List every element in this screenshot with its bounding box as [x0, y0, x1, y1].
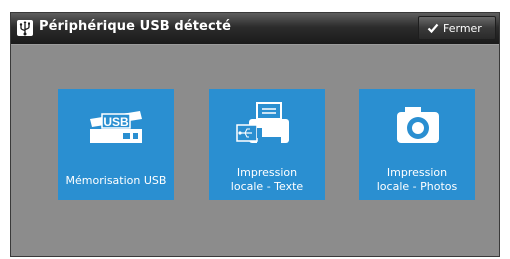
close-button[interactable]: Fermer: [418, 16, 496, 40]
tile-label: Impression locale - Photos: [376, 166, 458, 193]
title-bar: Périphérique USB détecté Fermer: [11, 13, 499, 44]
svg-text:USB: USB: [103, 115, 129, 129]
content-area: USB Mémorisation USB Impression locale -…: [11, 44, 499, 256]
camera-icon: [359, 97, 475, 157]
local-print-photos-tile[interactable]: Impression locale - Photos: [359, 89, 475, 200]
usb-detected-dialog: Périphérique USB détecté Fermer USB Mémo…: [10, 12, 500, 257]
usb-storage-icon: USB: [58, 97, 174, 157]
usb-print-text-icon: [209, 97, 325, 157]
dialog-title: Périphérique USB détecté: [39, 19, 232, 34]
tile-label: Mémorisation USB: [65, 174, 167, 187]
local-print-text-tile[interactable]: Impression locale - Texte: [209, 89, 325, 200]
tile-label: Impression locale - Texte: [230, 166, 304, 193]
usb-icon: [17, 20, 33, 36]
checkmark-icon: [427, 22, 439, 37]
close-button-label: Fermer: [443, 22, 482, 35]
usb-storage-tile[interactable]: USB Mémorisation USB: [58, 89, 174, 200]
